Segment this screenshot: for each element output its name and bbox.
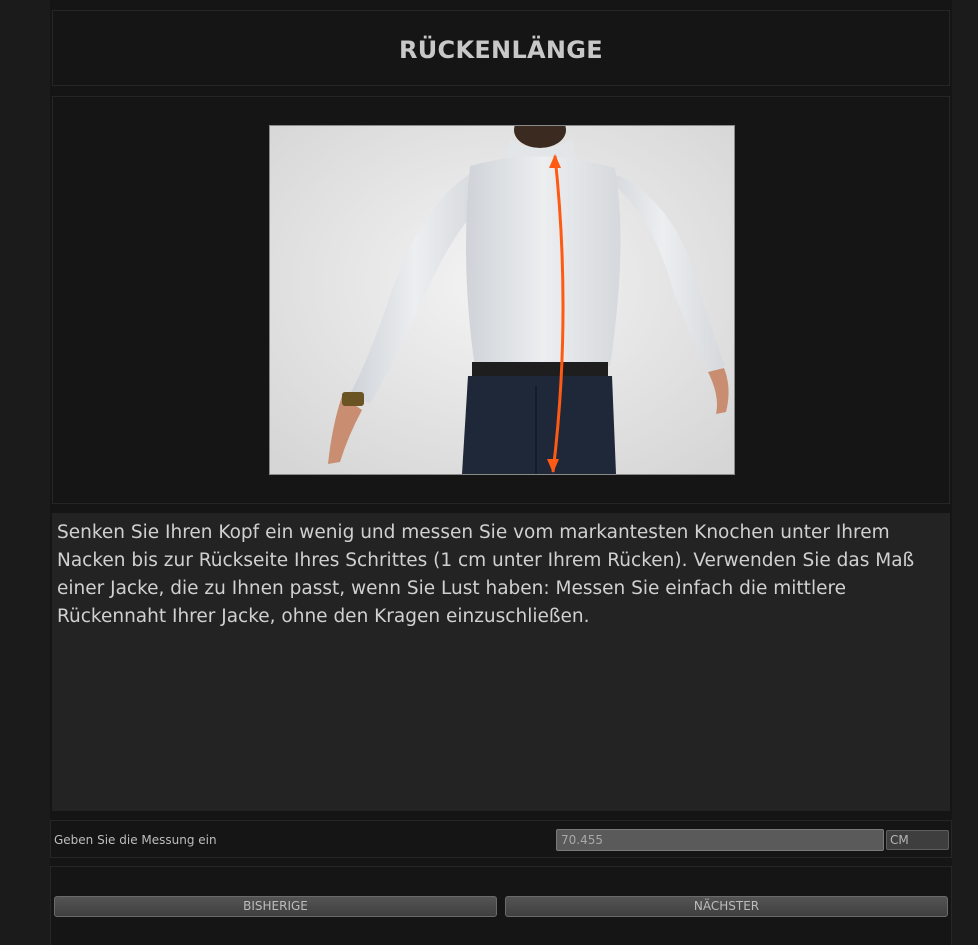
measurement-row: Geben Sie die Messung ein CM [50,820,952,858]
back-length-photo [269,125,735,475]
navigation-bar: BISHERIGE NÄCHSTER [50,866,952,945]
measurement-panel: RÜCKENLÄNGE Senken Sie Ihren Kopf ein we… [50,0,952,945]
previous-button[interactable]: BISHERIGE [54,896,497,917]
unit-select[interactable]: CM [886,830,949,850]
page-title: RÜCKENLÄNGE [398,36,603,64]
next-button[interactable]: NÄCHSTER [505,896,948,917]
person-back-illustration [270,126,734,474]
header: RÜCKENLÄNGE [52,10,950,86]
illustration-panel [52,96,950,504]
instructions-text: Senken Sie Ihren Kopf ein wenig und mess… [57,522,915,627]
measurement-input[interactable] [556,829,884,851]
instructions-panel: Senken Sie Ihren Kopf ein wenig und mess… [52,513,950,811]
measurement-label: Geben Sie die Messung ein [54,833,217,847]
